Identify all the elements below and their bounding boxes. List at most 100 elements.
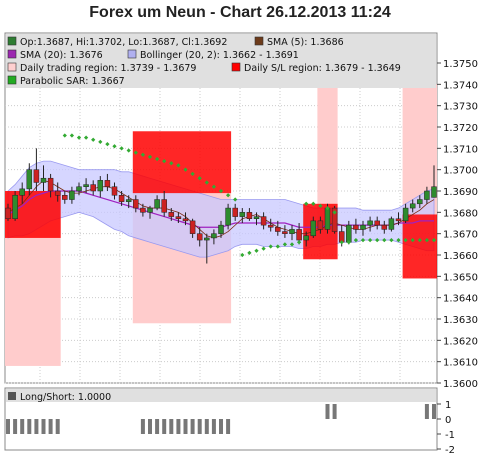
y-tick-label: 1.3600 xyxy=(443,379,478,390)
signal-bar xyxy=(424,404,429,419)
y-tick-label: 1.3740 xyxy=(443,80,478,91)
chart-svg: 1.3600 1.3610 1.3620 1.3630 1.3640 1.3650 1.36… xyxy=(4,32,478,456)
signal-bar xyxy=(140,419,145,434)
candle-body xyxy=(125,199,132,202)
candle-body xyxy=(409,203,416,209)
signal-bar xyxy=(55,419,60,434)
signal-bar xyxy=(34,419,39,434)
candle-body xyxy=(424,190,430,200)
legend-label: Daily trading region: 1.3739 - 1.3679 xyxy=(20,63,196,74)
signal-swatch xyxy=(8,392,16,400)
signal-bar xyxy=(148,419,152,434)
signal-y-tick-label: 0 xyxy=(445,415,451,426)
signal-bar xyxy=(27,419,32,434)
candle-body xyxy=(282,231,288,234)
y-tick-label: 1.3690 xyxy=(443,187,478,198)
candle-body xyxy=(317,220,324,230)
signal-bar xyxy=(219,419,223,434)
y-tick-label: 1.3660 xyxy=(443,251,478,262)
legend-label: Daily S/L region: 1.3679 - 1.3649 xyxy=(244,63,401,74)
y-tick-label: 1.3630 xyxy=(443,315,478,326)
candle-body xyxy=(417,199,423,205)
candle-body xyxy=(395,218,402,222)
candle-body xyxy=(353,224,359,230)
candle-body xyxy=(19,188,25,196)
signal-bar xyxy=(162,419,167,434)
legend-label: Parabolic SAR: 1.3667 xyxy=(20,76,125,87)
candle-body xyxy=(388,218,395,230)
candle-body xyxy=(90,184,96,192)
signal-bar xyxy=(41,419,46,434)
y-tick-label: 1.3610 xyxy=(443,358,478,369)
signal-bar xyxy=(176,419,181,434)
candle-body xyxy=(232,207,238,217)
candle-body xyxy=(47,177,54,192)
candle-body xyxy=(211,233,217,239)
legend-label: SMA (5): 1.3686 xyxy=(267,37,344,48)
y-tick-label: 1.3710 xyxy=(443,144,478,155)
candle-body xyxy=(324,207,331,230)
candle-body xyxy=(189,220,196,234)
candle-body xyxy=(346,224,352,243)
candle-body xyxy=(147,207,153,213)
candle-body xyxy=(69,190,75,200)
candle-body xyxy=(40,177,47,183)
signal-bar xyxy=(204,419,209,434)
stoploss-region xyxy=(402,214,437,279)
y-tick-label: 1.3730 xyxy=(443,102,478,113)
candle-body xyxy=(289,229,295,234)
signal-y-tick-label: 1 xyxy=(445,400,451,411)
signal-bar xyxy=(183,419,188,434)
candle-body xyxy=(225,207,231,226)
signal-bar xyxy=(197,419,202,434)
y-tick-label: 1.3750 xyxy=(443,59,478,70)
candle-body xyxy=(204,237,210,241)
candle-body xyxy=(118,195,125,202)
signal-bar xyxy=(13,419,18,434)
signal-bar xyxy=(6,419,10,434)
candle-body xyxy=(381,224,388,230)
legend-swatch xyxy=(231,62,241,72)
candle-body xyxy=(168,212,175,217)
candle-body xyxy=(97,180,104,192)
signal-bar xyxy=(332,404,337,419)
stoploss-region xyxy=(132,131,232,194)
candle-body xyxy=(267,224,274,228)
candle-body xyxy=(161,199,167,213)
signal-label: Long/Short: 1.0000 xyxy=(20,392,111,403)
candle-body xyxy=(303,235,309,241)
candle-body xyxy=(431,186,437,198)
signal-bar xyxy=(169,419,174,434)
legend-swatch xyxy=(7,49,17,59)
legend-swatch xyxy=(127,49,137,59)
y-tick-label: 1.3620 xyxy=(443,336,478,347)
candle-body xyxy=(175,216,182,219)
y-tick-label: 1.3720 xyxy=(443,123,478,134)
signal-bar xyxy=(432,404,436,419)
candle-body xyxy=(374,220,380,226)
signal-bar xyxy=(155,419,160,434)
candle-body xyxy=(154,199,160,209)
legend-swatch xyxy=(7,62,17,72)
signal-bar xyxy=(190,419,195,434)
candle-body xyxy=(239,212,246,217)
candle-body xyxy=(367,220,373,226)
candle-body xyxy=(111,186,118,196)
candle-body xyxy=(260,216,267,226)
candle-body xyxy=(218,224,224,234)
candle-body xyxy=(196,233,203,241)
signal-bar xyxy=(20,419,25,434)
candle-body xyxy=(83,184,89,187)
y-tick-label: 1.3680 xyxy=(443,208,478,219)
candle-body xyxy=(140,207,146,213)
candle-body xyxy=(76,186,82,192)
y-tick-label: 1.3650 xyxy=(443,272,478,283)
chart-stage: Forex um Neun - Chart 26.12.2013 11:24 1… xyxy=(0,0,480,457)
y-tick-label: 1.3670 xyxy=(443,230,478,241)
candle-body xyxy=(253,216,260,219)
legend-label: Op:1.3687, Hi:1.3702, Lo:1.3687, Cl:1.36… xyxy=(20,37,227,48)
candle-body xyxy=(275,227,281,232)
legend-swatch xyxy=(7,36,17,46)
candle-body xyxy=(182,218,189,222)
candle-body xyxy=(5,207,11,219)
